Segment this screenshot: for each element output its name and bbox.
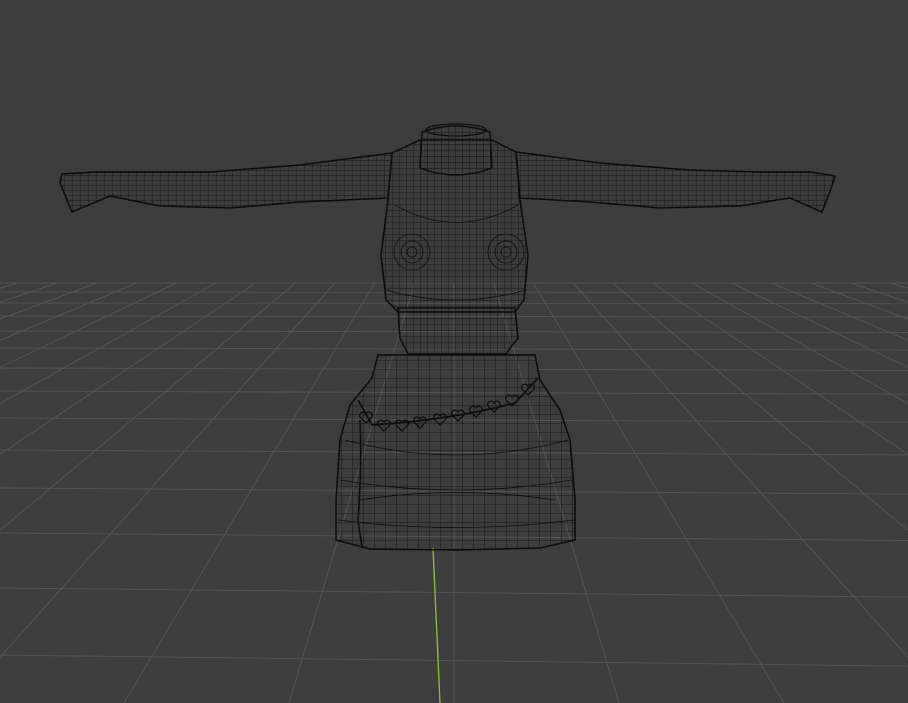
grid-line — [850, 282, 908, 303]
left-sleeve[interactable] — [59, 152, 393, 214]
grid-line — [0, 282, 137, 341]
skirt[interactable] — [335, 354, 576, 551]
grid-line — [810, 282, 908, 320]
grid-line — [0, 282, 98, 320]
top-band[interactable] — [397, 307, 519, 355]
viewport-canvas[interactable] — [0, 0, 908, 703]
grid-line — [0, 282, 336, 658]
y-axis-line — [432, 547, 441, 703]
wireframe-mesh[interactable] — [59, 123, 837, 551]
grid-line — [0, 282, 217, 405]
grid-line — [0, 282, 177, 368]
3d-viewport[interactable] — [0, 0, 908, 703]
right-sleeve[interactable] — [515, 151, 837, 214]
grid-line — [0, 282, 256, 455]
grid-line — [0, 282, 58, 303]
